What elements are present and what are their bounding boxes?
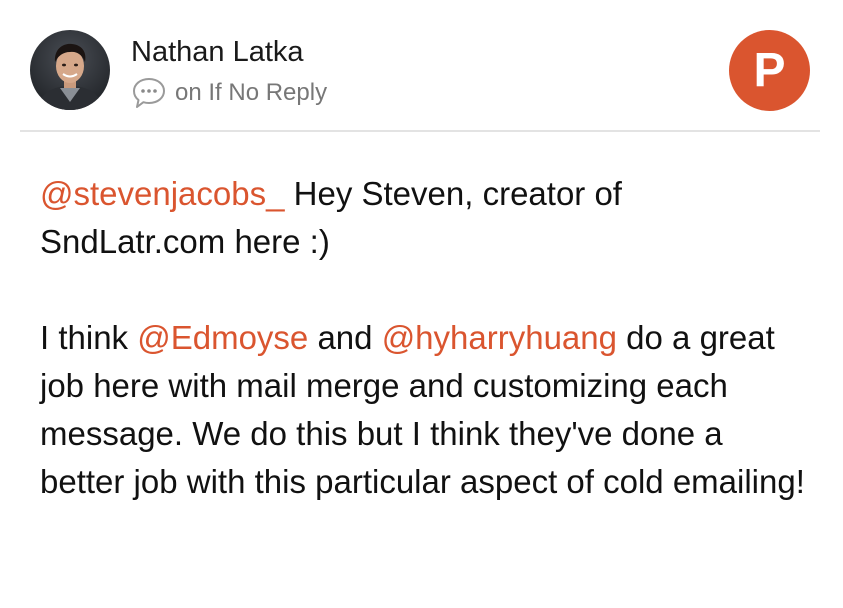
mention-link[interactable]: @hyharryhuang (382, 319, 617, 356)
comment-card: Nathan Latka on If No Reply P @stevenjac… (0, 0, 843, 608)
author-name[interactable]: Nathan Latka (131, 34, 304, 70)
profile-photo-icon (30, 30, 110, 110)
brand-logo-letter: P (753, 44, 786, 97)
comment-meta: on If No Reply (131, 76, 327, 110)
header-divider (20, 130, 820, 132)
product-hunt-logo-icon[interactable]: P (729, 30, 810, 111)
mention-link[interactable]: @Edmoyse (137, 319, 308, 356)
comment-paragraph-1: @stevenjacobs_ Hey Steven, creator of Sn… (40, 170, 810, 266)
avatar[interactable] (30, 30, 110, 110)
comment-body: @stevenjacobs_ Hey Steven, creator of Sn… (40, 170, 810, 506)
comment-paragraph-2: I think @Edmoyse and @hyharryhuang do a … (40, 314, 810, 506)
comment-header: Nathan Latka on If No Reply P (0, 0, 843, 132)
comment-bubble-icon (131, 76, 167, 110)
mention-link[interactable]: @stevenjacobs_ (40, 175, 284, 212)
paragraph-text: I think (40, 319, 138, 356)
paragraph-text: and (308, 319, 382, 356)
post-context-text[interactable]: on If No Reply (175, 78, 327, 108)
